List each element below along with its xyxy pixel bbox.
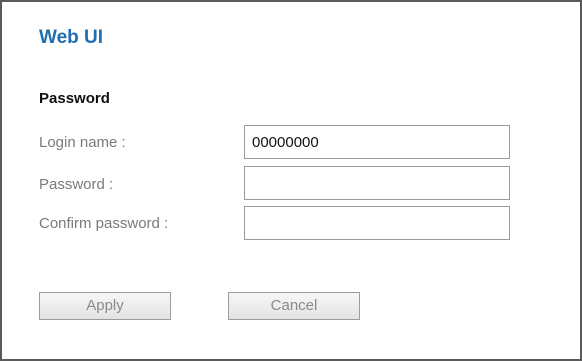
- settings-panel: Web UI Password Login name : Password : …: [0, 0, 582, 361]
- confirm-password-label: Confirm password :: [39, 215, 169, 232]
- section-heading: Password: [39, 90, 110, 107]
- page-title: Web UI: [39, 27, 104, 48]
- login-name-input[interactable]: [244, 125, 510, 159]
- password-label: Password :: [39, 176, 114, 193]
- cancel-button[interactable]: Cancel: [228, 292, 360, 320]
- apply-button[interactable]: Apply: [39, 292, 171, 320]
- confirm-password-input[interactable]: [244, 206, 510, 240]
- password-input[interactable]: [244, 166, 510, 200]
- login-name-label: Login name :: [39, 134, 126, 151]
